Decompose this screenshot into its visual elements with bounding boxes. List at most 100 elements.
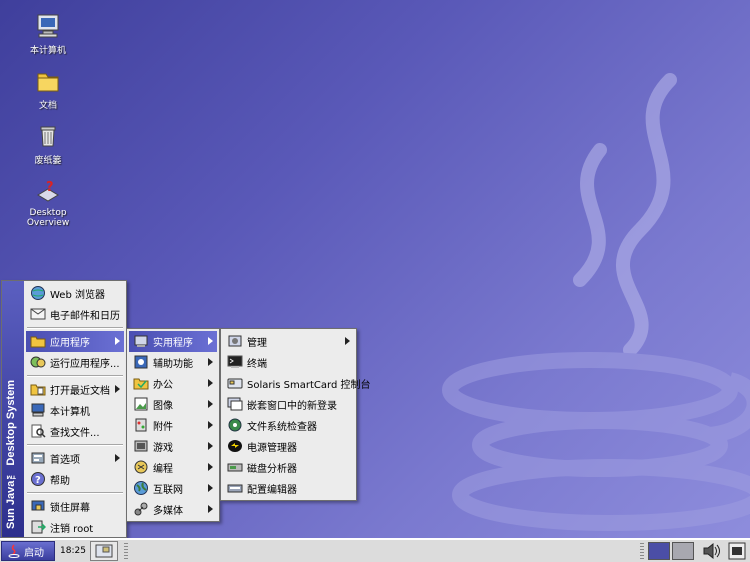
mail-icon <box>30 308 46 320</box>
bottom-panel: 启动 18:25 <box>0 538 750 562</box>
computer-icon <box>31 403 45 417</box>
window-list <box>130 541 630 561</box>
menu-item-config-editor[interactable]: 配置编辑器 <box>223 478 354 499</box>
desktop-icon-overview[interactable]: ? Desktop Overview <box>8 177 88 228</box>
menu-item-recent-docs[interactable]: 打开最近文档 <box>26 379 124 400</box>
java-logo-wallpaper <box>442 73 750 531</box>
desktop-icon-label: 文档 <box>38 101 57 111</box>
config-editor-icon <box>227 484 243 493</box>
menu-item-label: 编程 <box>153 464 173 475</box>
menu-item-label: 应用程序 <box>50 338 90 349</box>
menu-item-help[interactable]: ? 帮助 <box>26 469 124 490</box>
menu-item-label: 电子邮件和日历 <box>50 311 120 322</box>
multimedia-icon <box>134 502 148 516</box>
desktop: 本计算机 文档 废纸篓 ? Desktop Overview Sun Java™… <box>0 0 750 538</box>
menu-item-label: 办公 <box>153 380 173 391</box>
menu-item-web-browser[interactable]: Web 浏览器 <box>26 283 124 304</box>
menu-item-label: 辅助功能 <box>153 359 193 370</box>
menu-item-power[interactable]: 电源管理器 <box>223 436 354 457</box>
menu-item-logout[interactable]: 注销 root <box>26 517 124 538</box>
menu-item-games[interactable]: 游戏 <box>129 436 217 457</box>
desktop-icon-trash[interactable]: 废纸篓 <box>8 122 88 166</box>
desktop-icon-computer[interactable]: 本计算机 <box>8 12 88 56</box>
banner-title: Sun Java™ Desktop System <box>5 380 17 529</box>
menu-item-multimedia[interactable]: 多媒体 <box>129 499 217 520</box>
menu-item-preferences[interactable]: 首选项 <box>26 448 124 469</box>
menu-item-mail[interactable]: 电子邮件和日历 <box>26 304 124 325</box>
menu-item-smartcard[interactable]: Solaris SmartCard 控制台 <box>223 373 370 394</box>
menu-item-label: 帮助 <box>50 476 70 487</box>
menu-item-label: 多媒体 <box>153 506 183 517</box>
help-icon: ? <box>31 472 45 486</box>
svg-text:?: ? <box>46 180 54 195</box>
menu-item-admin[interactable]: 管理 <box>223 331 354 352</box>
menu-item-computer[interactable]: 本计算机 <box>26 400 124 421</box>
desktop-icon-documents[interactable]: 文档 <box>8 67 88 111</box>
graphics-icon <box>134 397 148 411</box>
smartcard-icon <box>227 378 243 389</box>
menu-item-label: 首选项 <box>50 455 80 466</box>
menu-item-accessories[interactable]: 附件 <box>129 415 217 436</box>
volume-icon[interactable] <box>702 542 722 560</box>
web-browser-icon <box>31 286 45 300</box>
menu-item-applications[interactable]: 应用程序 <box>26 331 124 352</box>
clock[interactable]: 18:25 <box>58 541 88 561</box>
menu-item-internet[interactable]: 互联网 <box>129 478 217 499</box>
utilities-menu: 管理 终端 Solaris SmartCard 控制台 嵌套窗口中的新登录 文件… <box>220 328 370 501</box>
menu-item-lock-screen[interactable]: 锁住屏幕 <box>26 496 124 517</box>
menu-item-label: 查找文件... <box>50 428 100 439</box>
menu-item-programming[interactable]: 编程 <box>129 457 217 478</box>
logout-icon <box>31 520 46 534</box>
panel-handle[interactable] <box>640 543 644 559</box>
menu-banner: Sun Java™ Desktop System <box>2 281 24 537</box>
menu-item-accessibility[interactable]: 辅助功能 <box>129 352 217 373</box>
admin-icon <box>228 335 242 347</box>
utilities-icon <box>134 335 148 347</box>
menu-item-nested-login[interactable]: 嵌套窗口中的新登录 <box>223 394 354 415</box>
menu-item-terminal[interactable]: 终端 <box>223 352 354 373</box>
menu-item-label: 实用程序 <box>153 338 193 349</box>
menu-item-label: 终端 <box>247 359 267 370</box>
accessibility-icon <box>134 355 148 369</box>
submenu-arrow-icon <box>208 379 213 387</box>
workspace-2[interactable] <box>672 542 694 560</box>
launch-button[interactable]: 启动 <box>1 541 55 561</box>
launch-menu: Sun Java™ Desktop System Web 浏览器 电子邮件和日历… <box>1 280 127 538</box>
menu-item-label: 运行应用程序... <box>50 359 120 370</box>
menu-item-office[interactable]: 办公 <box>129 373 217 394</box>
desktop-icon-label: Desktop Overview <box>26 208 70 228</box>
panel-handle[interactable] <box>124 543 128 559</box>
menu-item-label: 注销 root <box>50 524 94 535</box>
applications-icon <box>30 336 46 348</box>
show-desktop-icon <box>95 544 113 558</box>
submenu-arrow-icon <box>115 454 120 462</box>
help-overview-icon: ? <box>37 180 59 202</box>
show-desktop-button[interactable] <box>90 541 118 561</box>
java-logo-icon <box>8 544 20 558</box>
submenu-arrow-icon <box>115 385 120 393</box>
window-menu-icon[interactable] <box>728 542 746 560</box>
menu-item-utilities[interactable]: 实用程序 <box>129 331 217 352</box>
power-icon <box>228 440 242 452</box>
menu-item-label: 电源管理器 <box>247 443 297 454</box>
accessories-icon <box>135 418 147 432</box>
terminal-icon <box>227 355 243 368</box>
menu-item-disk-analyzer[interactable]: 磁盘分析器 <box>223 457 354 478</box>
internet-icon <box>134 481 148 495</box>
menu-item-find-files[interactable]: 查找文件... <box>26 421 124 442</box>
menu-item-graphics[interactable]: 图像 <box>129 394 217 415</box>
trash-icon <box>40 126 56 147</box>
menu-item-run[interactable]: 运行应用程序... <box>26 352 124 373</box>
lock-icon <box>31 500 45 511</box>
submenu-arrow-icon <box>208 505 213 513</box>
menu-separator <box>27 375 123 377</box>
menu-item-label: 打开最近文档 <box>50 386 110 397</box>
menu-item-fs-check[interactable]: 文件系统检查器 <box>223 415 354 436</box>
menu-item-label: 管理 <box>247 338 267 349</box>
office-icon <box>133 378 149 390</box>
find-icon <box>31 424 46 438</box>
submenu-arrow-icon <box>208 337 213 345</box>
menu-item-label: 文件系统检查器 <box>247 422 317 433</box>
workspace-1[interactable] <box>648 542 670 560</box>
menu-item-label: 附件 <box>153 422 173 433</box>
